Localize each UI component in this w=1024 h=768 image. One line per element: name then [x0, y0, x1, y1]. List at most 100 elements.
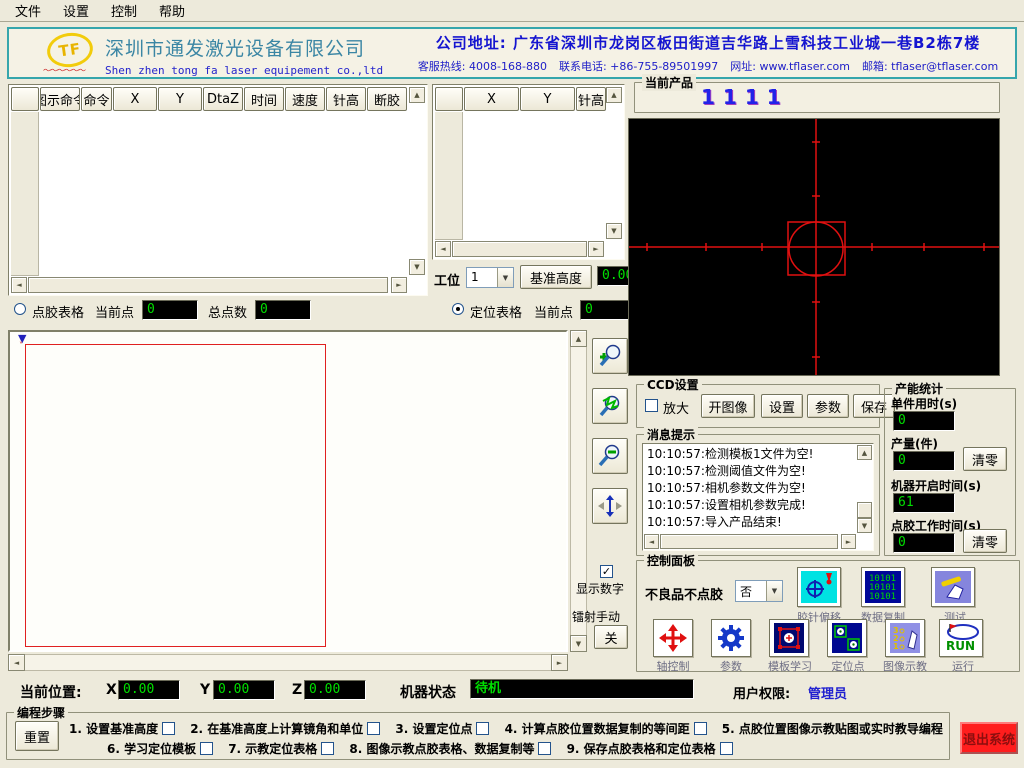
dispense-col-cmd[interactable]: 命令 [81, 87, 112, 111]
template-learn-button[interactable] [769, 619, 809, 657]
dispense-scroll-right[interactable]: ► [391, 277, 407, 293]
zoom-in-button[interactable] [592, 338, 628, 374]
position-scroll-left[interactable]: ◄ [435, 241, 451, 257]
message-listbox[interactable]: 10:10:57:检测模板1文件为空! 10:10:57:检测阈值文件为空! 1… [642, 443, 874, 551]
step-5-label: 5. 点胶位置图像示教贴图或实时教导编程 [722, 720, 943, 737]
step-1-checkbox[interactable] [162, 722, 175, 735]
canvas-vscrollbar[interactable] [570, 330, 587, 652]
open-image-button[interactable]: 开图像 [701, 394, 755, 418]
message-scroll-right[interactable]: ► [841, 534, 856, 549]
position-scroll-up[interactable]: ▲ [606, 87, 622, 103]
canvas-scroll-up[interactable]: ▲ [570, 330, 587, 347]
position-col-y[interactable]: Y [520, 87, 575, 111]
company-name-en: Shen zhen tong fa laser equipement co.,l… [105, 64, 405, 77]
position-scroll-right[interactable]: ► [588, 241, 604, 257]
restore-view-button[interactable] [592, 388, 628, 424]
canvas-scroll-down[interactable]: ▼ [570, 635, 587, 652]
dispense-col-y[interactable]: Y [158, 87, 202, 111]
step-6-checkbox[interactable] [200, 742, 213, 755]
dispense-col-time[interactable]: 时间 [244, 87, 284, 111]
machine-state-display: 待机 [470, 679, 694, 699]
logo-seal-decoration: 〜〜〜〜〜〜 [43, 65, 95, 75]
exit-system-button[interactable]: 退出系统 [960, 722, 1018, 754]
menu-file[interactable]: 文件 [4, 0, 52, 22]
step-2-checkbox[interactable] [367, 722, 380, 735]
message-hscroll-thumb[interactable] [660, 534, 838, 549]
canvas-scroll-left[interactable]: ◄ [8, 654, 25, 671]
dispense-col-diagram-cmd[interactable]: 图示命令 [40, 87, 80, 111]
locate-point-button[interactable] [827, 619, 867, 657]
menu-help[interactable]: 帮助 [148, 0, 196, 22]
dispense-total-label: 总点数 [208, 302, 247, 321]
dispense-scroll-down[interactable]: ▼ [409, 259, 425, 275]
clear-output-button[interactable]: 清零 [963, 447, 1007, 471]
ccd-magnify-checkbox[interactable] [645, 399, 658, 412]
canvas-scroll-right[interactable]: ► [551, 654, 568, 671]
ccd-setup-button[interactable]: 设置 [761, 394, 803, 418]
show-numbers-checkbox[interactable]: ✓ [600, 565, 613, 578]
clear-worktime-button[interactable]: 清零 [963, 529, 1007, 553]
params-button[interactable] [711, 619, 751, 657]
position-hscroll-thumb[interactable] [452, 241, 587, 257]
step-7-checkbox[interactable] [321, 742, 334, 755]
axis-control-button[interactable] [653, 619, 693, 657]
reset-button[interactable]: 重置 [15, 721, 59, 751]
dropdown-arrow-icon[interactable]: ▼ [766, 581, 782, 601]
move-view-button[interactable] [592, 488, 628, 524]
ccd-settings-group: CCD设置 放大 开图像 设置 参数 保存 [636, 384, 880, 428]
message-scroll-down[interactable]: ▼ [857, 518, 872, 533]
dropdown-arrow-icon[interactable]: ▼ [497, 268, 513, 287]
menu-control[interactable]: 控制 [100, 0, 148, 22]
scroll-left-icon: ◄ [14, 659, 19, 667]
step-9-checkbox[interactable] [720, 742, 733, 755]
dispense-scroll-left[interactable]: ◄ [11, 277, 27, 293]
image-teach-button[interactable]: 3 2 1 [885, 619, 925, 657]
menu-settings[interactable]: 设置 [52, 0, 100, 22]
dispense-col-breakglue[interactable]: 断胶 [367, 87, 407, 111]
message-scroll-up[interactable]: ▲ [857, 445, 872, 460]
params-icon [716, 623, 746, 653]
needle-offset-button[interactable] [797, 567, 841, 607]
position-row-header [435, 112, 463, 240]
data-copy-button[interactable]: 10101 10101 10101 [861, 567, 905, 607]
zoom-out-button[interactable] [592, 438, 628, 474]
dispense-scroll-up[interactable]: ▲ [409, 87, 425, 103]
ng-skip-select[interactable]: 否 ▼ [735, 580, 783, 602]
ccd-params-button[interactable]: 参数 [807, 394, 849, 418]
company-names: 深圳市通发激光设备有限公司 Shen zhen tong fa laser eq… [105, 29, 405, 77]
image-teach-icon: 3 2 1 [890, 623, 920, 653]
station-select[interactable]: 1 ▼ [466, 267, 514, 288]
dispense-table: 图示命令 命令 X Y DtaZ 时间 速度 针高 断胶 ▲ ▼ ◄ ► [8, 84, 428, 296]
scroll-up-icon: ▲ [576, 335, 581, 343]
dispense-table-radio[interactable] [14, 303, 26, 315]
work-canvas[interactable]: ▼˅ [8, 330, 568, 652]
test-button[interactable] [931, 567, 975, 607]
machine-on-label: 机器开启时间(s) [891, 477, 981, 494]
dispense-hscroll-thumb[interactable] [28, 277, 388, 293]
run-button[interactable]: RUN [939, 619, 983, 657]
scroll-right-icon: ► [846, 538, 851, 546]
position-scroll-down[interactable]: ▼ [606, 223, 622, 239]
company-contact: 公司地址: 广东省深圳市龙岗区板田街道吉华路上雪科技工业城一巷B2栋7楼 客服热… [405, 29, 1015, 77]
scroll-down-icon: ▼ [611, 227, 616, 235]
message-scroll-left[interactable]: ◄ [644, 534, 659, 549]
position-col-needle[interactable]: 针高 [576, 87, 606, 111]
canvas-hscrollbar[interactable] [8, 654, 568, 671]
position-col-x[interactable]: X [464, 87, 519, 111]
dispense-col-dtaz[interactable]: DtaZ [203, 87, 243, 111]
message-group-title: 消息提示 [644, 426, 698, 443]
base-height-button[interactable]: 基准高度 [520, 265, 592, 289]
step-4-checkbox[interactable] [694, 722, 707, 735]
step-8-checkbox[interactable] [538, 742, 551, 755]
dispense-col-needle[interactable]: 针高 [326, 87, 366, 111]
laser-off-button[interactable]: 关 [594, 625, 628, 649]
dispense-col-speed[interactable]: 速度 [285, 87, 325, 111]
svg-text:10101: 10101 [869, 592, 896, 602]
step-3-checkbox[interactable] [476, 722, 489, 735]
user-role-value: 管理员 [808, 683, 847, 702]
message-vscroll-thumb[interactable] [857, 502, 872, 518]
camera-view[interactable] [628, 118, 1000, 376]
dispense-total-display: 0 [255, 300, 311, 320]
position-table-radio[interactable] [452, 303, 464, 315]
dispense-col-x[interactable]: X [113, 87, 157, 111]
